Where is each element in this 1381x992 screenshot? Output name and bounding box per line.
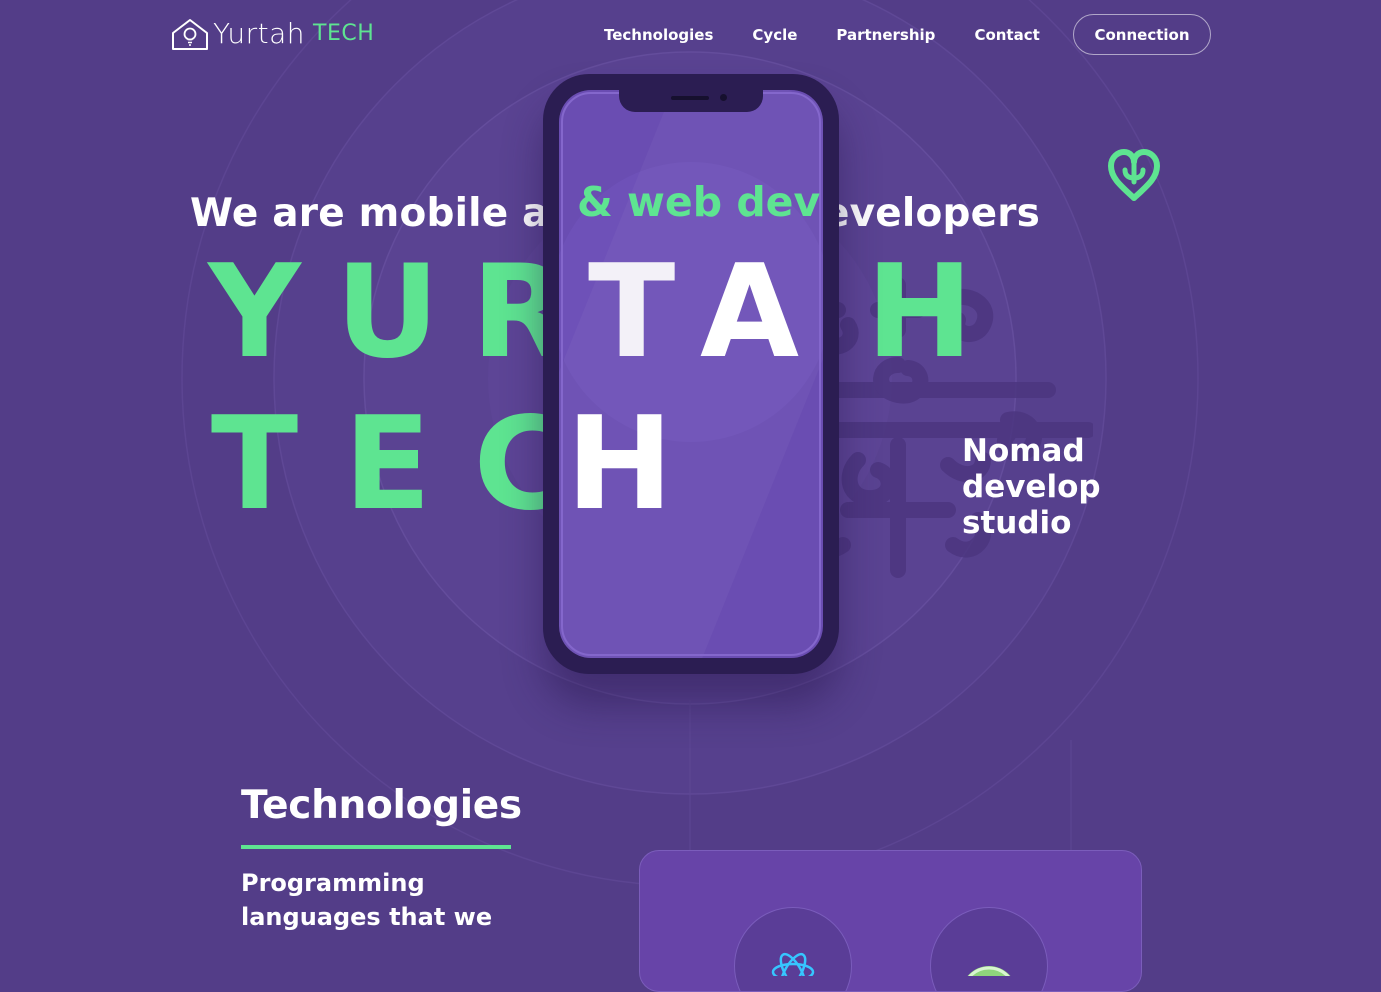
tagline-overlay: & web developers (577, 180, 821, 224)
connection-button[interactable]: Connection (1073, 14, 1211, 55)
site-logo[interactable]: Yurtah TECH (170, 17, 374, 51)
overlay-letter-a: A (700, 238, 800, 387)
big-letter: U (335, 238, 440, 387)
overlay-letter-h: H (566, 390, 674, 539)
logo-name: Yurtah (213, 17, 306, 50)
nav-contact[interactable]: Contact (974, 26, 1039, 44)
heading-underline (241, 845, 511, 849)
nav-technologies[interactable]: Technologies (604, 26, 713, 44)
heart-ornament-icon (1108, 149, 1160, 201)
nav-partnership[interactable]: Partnership (836, 26, 935, 44)
technologies-card (639, 850, 1142, 992)
tech-item-react[interactable] (734, 907, 852, 991)
big-letter: Y (208, 238, 301, 387)
technologies-description: Programming languages that we (241, 869, 493, 931)
phone-speaker (671, 96, 709, 100)
phone-camera (720, 94, 727, 101)
big-letter: E (343, 390, 432, 539)
logo-accent: TECH (313, 21, 375, 46)
overlay-letter-t: T (588, 238, 676, 387)
lightbulb-house-icon (172, 19, 208, 50)
tech-logo-icon (967, 966, 1011, 976)
react-logo-icon (771, 952, 815, 976)
nomad-line: develop (962, 469, 1101, 505)
phone-notch (619, 88, 763, 112)
main-nav: Technologies Cycle Partnership Contact (604, 14, 1079, 55)
nomad-studio-text: Nomad develop studio (962, 433, 1101, 541)
nomad-line: Nomad (962, 433, 1085, 469)
tech-item-2[interactable] (930, 907, 1048, 991)
big-letter: H (865, 238, 974, 387)
big-letter: T (210, 390, 299, 539)
nomad-line: studio (962, 505, 1072, 541)
nav-cycle[interactable]: Cycle (752, 26, 797, 44)
technologies-heading: Technologies (241, 783, 522, 828)
